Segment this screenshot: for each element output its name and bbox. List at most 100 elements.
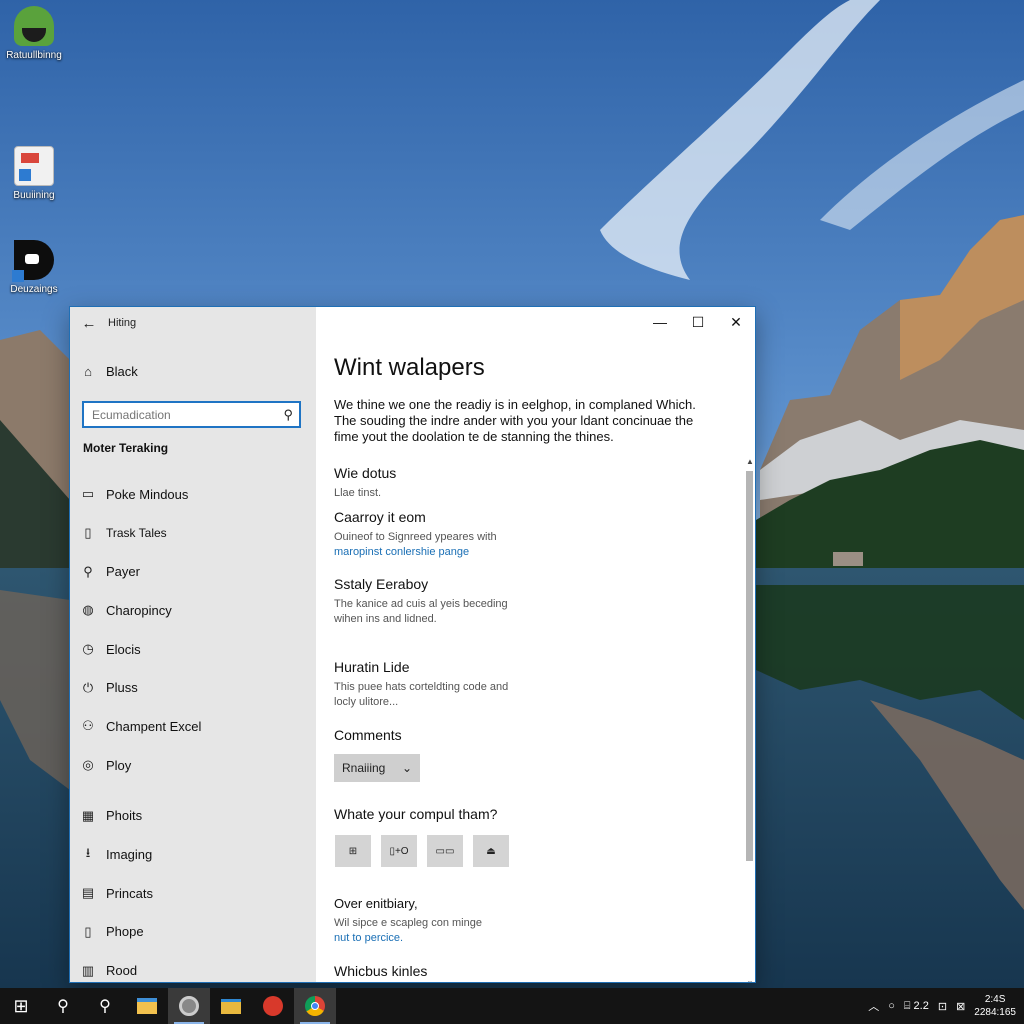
setting-block-whicbus: Whicbus kinles — [334, 963, 427, 979]
maximize-icon[interactable]: ☐ — [679, 307, 717, 337]
setting-description: Llae tinst. — [334, 487, 382, 499]
setting-block-wie-dotus: Wie dotus Llae tinst. — [334, 465, 396, 501]
home-icon: ⌂ — [84, 363, 92, 379]
tray-icon-4[interactable]: ⊠ — [956, 1000, 965, 1013]
file-explorer-icon[interactable] — [126, 988, 168, 1024]
display-icon: ▭ — [81, 486, 95, 502]
setting-block-sstaly: Sstaly Eeraboy The kanice ad cuis al yei… — [334, 576, 514, 627]
minimize-icon[interactable]: — — [641, 307, 679, 337]
content-pane: — ☐ ✕ Wint walapers We thine we one the … — [316, 307, 755, 982]
setting-description: Wil sipce e scapleg con minge — [334, 917, 482, 929]
person-icon: ⚇ — [82, 718, 94, 734]
search-box[interactable]: ⚲ — [82, 401, 301, 428]
windows-start-icon[interactable]: ⊞ — [0, 988, 42, 1024]
phone-icon: ▯ — [84, 923, 92, 939]
clock[interactable]: 2:4S 2284:165 — [974, 993, 1016, 1019]
nav-item-payer[interactable]: ⚲ Payer — [70, 552, 316, 591]
search-icon[interactable]: ⚲ — [42, 988, 84, 1024]
title-bar[interactable]: ← Hiting — [70, 307, 316, 339]
power-icon: ⏻ — [82, 679, 94, 695]
setting-heading: Whicbus kinles — [334, 963, 428, 979]
setting-heading: Comments — [334, 727, 402, 743]
nav-item-label: Phope — [106, 924, 144, 940]
nav-item-elocis[interactable]: ◷ Elocis — [70, 630, 316, 669]
grid-icon[interactable]: ⊞ — [335, 835, 371, 867]
printer-icon: ▤ — [81, 885, 95, 901]
nav-item-label: Rood — [106, 963, 138, 979]
nav-item-poke-mindous[interactable]: ▭ Poke Mindous — [70, 475, 316, 514]
nav-item-label: Charopincy — [106, 602, 172, 618]
red-app-icon[interactable] — [252, 988, 294, 1024]
intro-paragraph: We thine we one the readiy is in eelghop… — [334, 397, 696, 444]
setting-link[interactable]: maropinst conlershie pange — [334, 545, 497, 560]
comments-dropdown[interactable]: Rnaiiing ⌄ — [334, 754, 420, 782]
setting-block-huratin: Huratin Lide This puee hats corteldting … — [334, 659, 514, 710]
desktop-icon-app-1[interactable]: Ratuullbinng — [0, 6, 70, 61]
settings-window: ← Hiting ⌂ Black ⚲ Moter Teraking ▭ Poke… — [69, 306, 756, 983]
scroll-up-icon[interactable]: ▲ — [745, 457, 755, 466]
nav-item-trask-tales[interactable]: ▯ Trask Tales — [70, 514, 316, 553]
search-icon[interactable]: ⚲ — [283, 407, 293, 423]
vertical-scrollbar[interactable]: ▲ ⌄ — [745, 457, 755, 982]
nav-item-label: Phoits — [106, 808, 143, 824]
nav-item-pluss[interactable]: ⏻ Pluss — [70, 668, 316, 707]
nav-item-label: Payer — [106, 564, 140, 580]
taskbar: ⊞ ⚲ ⚲ ︿ ○ ⌸ 2.2 ⊡ ⊠ 2:4S 2284:165 — [0, 988, 1024, 1024]
tray-icon-1[interactable]: ○ — [888, 1000, 895, 1012]
nav-item-label: Ploy — [106, 757, 132, 773]
system-tray: ︿ ○ ⌸ 2.2 ⊡ ⊠ 2:4S 2284:165 — [868, 988, 1016, 1024]
setting-link[interactable]: nut to percice. — [334, 931, 482, 946]
nav-item-ploy[interactable]: ◎ Ploy — [70, 746, 316, 785]
nav-item-label: Imaging — [106, 847, 153, 863]
device-icon[interactable]: ▯+O — [381, 835, 417, 867]
setting-heading: Wie dotus — [334, 465, 397, 481]
setting-block-caarroy: Caarroy it eom Ouineof to Signreed ypear… — [334, 509, 497, 560]
tablet-icon: ▯ — [84, 525, 92, 541]
desktop-icon-label: Ratuullbinng — [6, 50, 62, 61]
desktop-icon-label: Deuzaings — [10, 284, 58, 295]
tray-icon-2[interactable]: ⌸ 2.2 — [904, 1000, 929, 1013]
folder-icon[interactable] — [210, 988, 252, 1024]
nav-item-phoits[interactable]: ▦ Phoits — [70, 797, 316, 836]
clock-time: 2:4S — [984, 994, 1006, 1005]
nav-item-princats[interactable]: ▤ Princats — [70, 874, 316, 913]
book-icon: ▥ — [81, 962, 95, 978]
eject-icon[interactable]: ⏏ — [473, 835, 509, 867]
scroll-thumb[interactable] — [746, 471, 753, 861]
nav-item-charopincy[interactable]: ◍ Charopincy — [70, 591, 316, 630]
chevron-down-icon: ⌄ — [401, 761, 412, 775]
desktop-icon-app-2[interactable]: Buuiining — [0, 146, 70, 201]
black-app-icon — [12, 240, 54, 282]
nav-item-label: Poke Mindous — [106, 486, 189, 502]
nav-item-imaging[interactable]: ⭳ Imaging — [70, 835, 316, 874]
desktop-icon-app-3[interactable]: Deuzaings — [0, 240, 70, 295]
nav-item-phope[interactable]: ▯ Phope — [70, 913, 316, 952]
setting-heading: Caarroy it eom — [334, 509, 426, 525]
close-icon[interactable]: ✕ — [717, 307, 755, 337]
nav-item-label: Elocis — [106, 641, 141, 657]
nav-home-item[interactable]: ⌂ Black — [70, 359, 316, 383]
settings-app-icon[interactable] — [168, 988, 210, 1024]
page-title: Wint walapers — [334, 354, 485, 381]
chrome-icon[interactable] — [294, 988, 336, 1024]
setting-description: Ouineof to Signreed ypeares with — [334, 531, 497, 543]
search-icon[interactable]: ⚲ — [84, 988, 126, 1024]
tray-icon-3[interactable]: ⊡ — [938, 1000, 947, 1013]
setting-block-over: Over enitbiary, Wil sipce e scapleg con … — [334, 896, 482, 946]
map-pin-icon: ◍ — [82, 602, 94, 618]
nav-section-heading: Moter Teraking — [83, 441, 169, 455]
back-arrow-icon[interactable]: ← — [70, 307, 108, 339]
nav-item-rood[interactable]: ▥ Rood — [70, 951, 316, 982]
document-app-icon — [14, 146, 54, 186]
taskbar-apps: ⊞ ⚲ ⚲ — [0, 988, 336, 1024]
desktop-icon-label: Buuiining — [13, 190, 55, 201]
keyboard-icon[interactable]: ▭▭ — [427, 835, 463, 867]
window-title: Hiting — [108, 317, 137, 329]
question-heading: Whate your compul tham? — [334, 806, 498, 822]
nav-item-champent-excel[interactable]: ⚇ Champent Excel — [70, 707, 316, 746]
scroll-down-icon[interactable]: ⌄ — [745, 976, 755, 982]
chevron-up-icon[interactable]: ︿ — [868, 998, 879, 1014]
nav-item-label: Pluss — [106, 680, 138, 696]
nav-home-label: Black — [106, 363, 138, 379]
search-input[interactable] — [92, 407, 272, 422]
